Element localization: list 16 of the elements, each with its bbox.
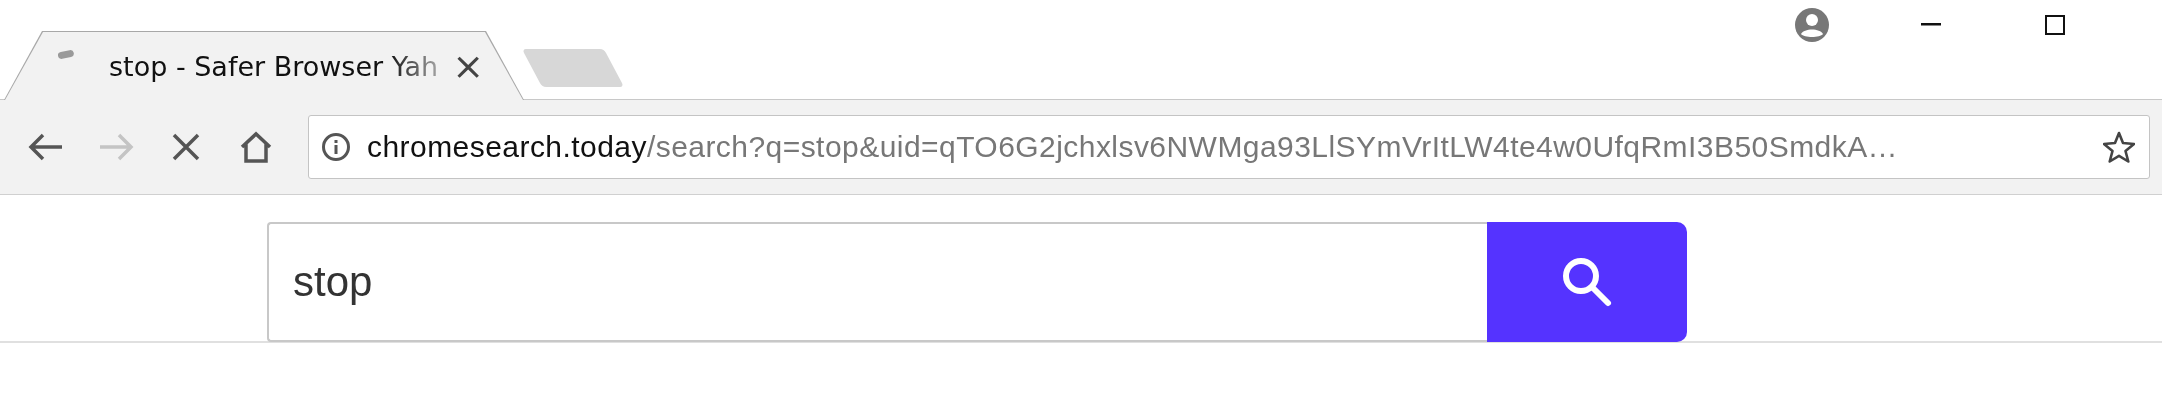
profile-icon[interactable] — [1795, 8, 1829, 42]
address-bar[interactable]: chromesearch.today/search?q=stop&uid=qTO6G2jchxlsv6NWMga93LlSYmVrItLW4te4w0UfqRmI3B50SmdkA… — [308, 115, 2150, 179]
star-icon[interactable] — [2103, 131, 2135, 163]
info-icon[interactable] — [321, 132, 351, 162]
search-button[interactable] — [1487, 222, 1687, 342]
maximize-icon[interactable] — [2045, 15, 2065, 35]
minimize-icon[interactable] — [1921, 23, 1941, 27]
tab-close-button[interactable]: × — [452, 47, 484, 85]
browser-tab[interactable]: stop - Safer Browser Yah × — [4, 31, 524, 100]
search-field[interactable]: stop — [267, 222, 1487, 342]
tab-title: stop - Safer Browser Yah — [109, 50, 439, 82]
home-icon — [239, 131, 273, 163]
forward-arrow-icon — [98, 132, 134, 162]
back-arrow-icon — [28, 132, 64, 162]
close-icon — [171, 132, 201, 162]
url-text: chromesearch.today/search?q=stop&uid=qTO6G2jchxlsv6NWMga93LlSYmVrItLW4te4w0UfqRmI3B50SmdkA… — [367, 130, 1900, 164]
